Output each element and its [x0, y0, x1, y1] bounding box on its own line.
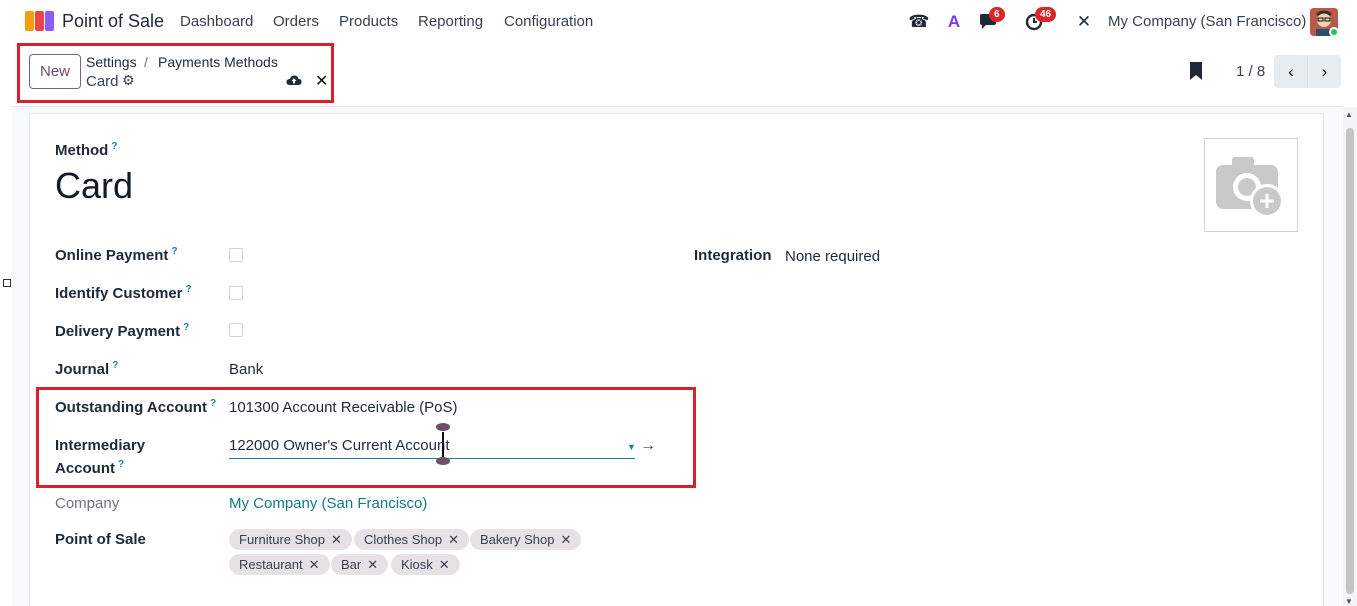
remove-tag-icon[interactable]: ✕: [448, 532, 459, 548]
chat-badge: 6: [989, 7, 1005, 22]
help-tooltip-icon[interactable]: ?: [171, 246, 177, 257]
delivery-payment-checkbox[interactable]: [229, 323, 243, 337]
top-navbar: Point of Sale Dashboard Orders Products …: [0, 0, 1357, 44]
breadcrumb-settings[interactable]: Settings: [86, 54, 137, 70]
online-payment-label: Online Payment?: [55, 246, 178, 264]
integration-value: None required: [785, 248, 881, 265]
menu-configuration[interactable]: Configuration: [504, 13, 593, 30]
pos-tag-bar: Bar ✕: [331, 554, 389, 575]
resize-handle-icon[interactable]: [3, 279, 11, 287]
record-name: Card: [86, 73, 119, 90]
selection-handle-bottom[interactable]: [436, 457, 450, 465]
gear-icon[interactable]: ⚙: [122, 72, 135, 89]
journal-label: Journal?: [55, 360, 119, 378]
breadcrumb-payment-methods[interactable]: Payments Methods: [158, 54, 278, 70]
pos-tag-bakery-shop: Bakery Shop ✕: [470, 529, 582, 550]
pos-tag-clothes-shop: Clothes Shop ✕: [354, 529, 469, 550]
image-upload-field[interactable]: [1204, 138, 1298, 232]
help-tooltip-icon[interactable]: ?: [210, 398, 216, 409]
selection-handle-top[interactable]: [436, 423, 450, 431]
pager-previous-button[interactable]: ‹: [1274, 55, 1308, 88]
remove-tag-icon[interactable]: ✕: [560, 532, 571, 548]
tools-icon[interactable]: ✕: [1072, 10, 1096, 34]
menu-products[interactable]: Products: [339, 13, 398, 30]
help-tooltip-icon[interactable]: ?: [111, 141, 117, 152]
help-tooltip-icon[interactable]: ?: [112, 360, 118, 371]
menu-reporting[interactable]: Reporting: [418, 13, 483, 30]
delivery-payment-label: Delivery Payment?: [55, 322, 190, 340]
new-button[interactable]: New: [29, 54, 81, 89]
remove-tag-icon[interactable]: ✕: [367, 557, 378, 573]
company-field[interactable]: My Company (San Francisco): [229, 495, 427, 512]
open-record-arrow-icon[interactable]: →: [640, 437, 656, 455]
breadcrumb-separator: /: [144, 54, 148, 70]
company-switcher[interactable]: My Company (San Francisco): [1108, 13, 1306, 30]
outstanding-account-label: Outstanding Account?: [55, 398, 217, 416]
identify-customer-checkbox[interactable]: [229, 286, 243, 300]
remove-tag-icon[interactable]: ✕: [309, 557, 320, 573]
menu-orders[interactable]: Orders: [273, 13, 319, 30]
menu-dashboard[interactable]: Dashboard: [180, 13, 253, 30]
intermediary-account-input[interactable]: 122000 Owner's Current Account: [229, 437, 635, 459]
point-of-sale-label: Point of Sale: [55, 531, 146, 548]
pager-next-button[interactable]: ›: [1307, 55, 1341, 88]
scrollbar-thumb[interactable]: [1346, 128, 1354, 594]
remove-tag-icon[interactable]: ✕: [439, 557, 450, 573]
help-tooltip-icon[interactable]: ?: [183, 322, 189, 333]
method-name-field[interactable]: Card: [55, 165, 133, 207]
chat-icon[interactable]: 6: [976, 7, 1005, 34]
online-status-icon: [1329, 27, 1338, 36]
scroll-up-arrow-icon[interactable]: ▲: [1345, 110, 1353, 119]
pos-tag-restaurant: Restaurant ✕: [229, 554, 330, 575]
pos-logo-icon[interactable]: [25, 11, 54, 31]
form-sheet: [29, 113, 1324, 606]
bookmark-icon[interactable]: [1190, 62, 1202, 80]
app-name[interactable]: Point of Sale: [62, 11, 164, 32]
discard-close-icon[interactable]: ✕: [315, 71, 328, 91]
pager-value[interactable]: 1 / 8: [1236, 63, 1265, 80]
online-payment-checkbox[interactable]: [229, 248, 243, 262]
company-label: Company: [55, 495, 120, 512]
help-tooltip-icon[interactable]: ?: [118, 459, 124, 470]
ai-icon[interactable]: A: [942, 10, 966, 34]
pos-tag-furniture-shop: Furniture Shop ✕: [229, 529, 352, 550]
remove-tag-icon[interactable]: ✕: [331, 532, 342, 548]
save-cloud-icon[interactable]: [286, 73, 302, 89]
user-avatar[interactable]: [1310, 8, 1338, 36]
activity-badge: 46: [1035, 7, 1057, 22]
help-tooltip-icon[interactable]: ?: [186, 284, 192, 295]
outstanding-account-field[interactable]: 101300 Account Receivable (PoS): [229, 399, 457, 416]
intermediary-account-label-line1: Intermediary: [55, 437, 146, 454]
activity-clock-icon[interactable]: 46: [1022, 7, 1057, 34]
journal-field[interactable]: Bank: [229, 361, 263, 378]
identify-customer-label: Identify Customer?: [55, 284, 192, 302]
dropdown-caret-icon[interactable]: ▼: [627, 442, 636, 452]
pos-tag-kiosk: Kiosk ✕: [391, 554, 460, 575]
method-label: Method?: [55, 141, 118, 159]
integration-label: Integration: [694, 247, 772, 264]
phone-icon[interactable]: ☎: [907, 10, 931, 34]
scroll-down-arrow-icon[interactable]: ▼: [1345, 597, 1353, 606]
text-cursor: [442, 432, 444, 460]
intermediary-account-label-line2: Account?: [55, 459, 125, 477]
